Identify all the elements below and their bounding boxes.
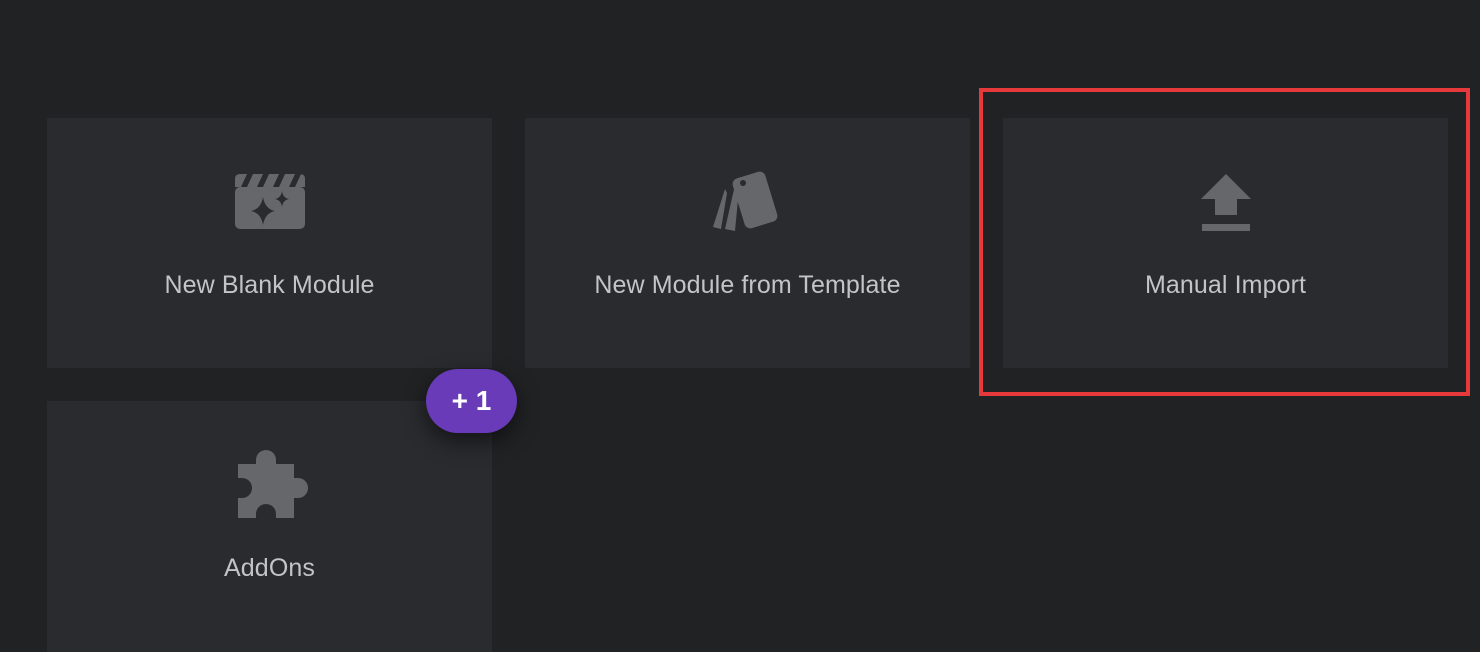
addons-label: AddOns <box>224 554 315 582</box>
clapperboard-sparkle-icon <box>230 170 310 234</box>
upload-icon <box>1186 170 1266 234</box>
new-blank-module-card[interactable]: New Blank Module <box>47 118 492 368</box>
plus-one-badge[interactable]: + 1 <box>426 369 517 433</box>
new-module-from-template-label: New Module from Template <box>594 271 901 299</box>
new-blank-module-label: New Blank Module <box>164 271 375 299</box>
puzzle-piece-icon <box>230 450 310 518</box>
manual-import-card[interactable]: Manual Import <box>1003 118 1448 368</box>
template-cards-icon <box>708 170 788 234</box>
manual-import-label: Manual Import <box>1144 271 1307 299</box>
addons-card[interactable]: AddOns <box>47 401 492 652</box>
new-module-from-template-card[interactable]: New Module from Template <box>525 118 970 368</box>
